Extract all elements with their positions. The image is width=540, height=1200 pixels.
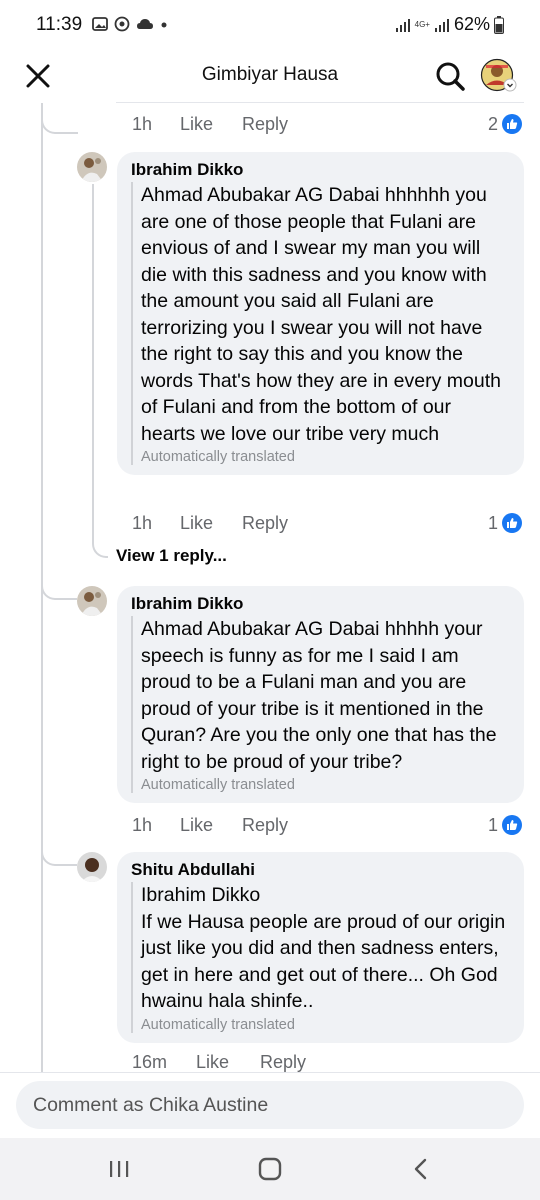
avatar[interactable] (77, 852, 107, 882)
reply-button[interactable]: Reply (260, 1052, 306, 1072)
reply-button[interactable]: Reply (242, 815, 288, 836)
comment-time: 1h (132, 113, 153, 134)
like-button[interactable]: Like (180, 513, 242, 534)
comment-actions: 1h Like Reply (132, 813, 288, 837)
thread-line-inner (92, 184, 94, 544)
comment-bubble: Ibrahim Dikko Ahmad Abubakar AG Dabai hh… (117, 152, 524, 475)
status-bar: 11:39 4G+ 62% (0, 0, 540, 52)
header-divider (116, 102, 524, 103)
back-button[interactable] (406, 1154, 436, 1184)
reaction-count[interactable]: 2 (488, 112, 522, 136)
comment-bubble: Shitu Abdullahi Ibrahim Dikko If we Haus… (117, 852, 524, 1043)
translation-label[interactable]: Automatically translated (141, 449, 510, 465)
comment-time: 16m (132, 1052, 168, 1072)
view-replies-link[interactable]: View 1 reply... (116, 546, 227, 566)
comment-bubble: Ibrahim Dikko Ahmad Abubakar AG Dabai hh… (117, 586, 524, 803)
like-button[interactable]: Like (196, 1052, 260, 1072)
comment-author[interactable]: Ibrahim Dikko (131, 594, 510, 614)
comment-composer-bar: Comment as Chika Austine (0, 1072, 540, 1138)
translation-label[interactable]: Automatically translated (141, 1017, 510, 1033)
thread-connector (41, 104, 78, 134)
comment-time: 1h (132, 814, 153, 835)
like-reaction-icon (502, 513, 522, 533)
avatar (480, 58, 517, 92)
reaction-count[interactable]: 1 (488, 511, 522, 535)
comment-input[interactable]: Comment as Chika Austine (16, 1081, 524, 1129)
home-icon (258, 1157, 282, 1181)
comment-time: 1h (132, 512, 153, 533)
reaction-count[interactable]: 1 (488, 813, 522, 837)
avatar[interactable] (77, 152, 107, 182)
recent-apps-icon (110, 1161, 129, 1177)
dot-indicator-icon (161, 22, 167, 28)
reaction-number: 1 (487, 512, 498, 533)
cloud-notification-icon (137, 19, 153, 29)
avatar[interactable] (77, 586, 107, 616)
reaction-number: 2 (487, 113, 498, 134)
comment-author[interactable]: Ibrahim Dikko (131, 160, 510, 180)
comment-text: Ahmad Abubakar AG Dabai hhhhhh you are o… (141, 184, 501, 445)
reaction-number: 1 (487, 814, 498, 835)
like-button[interactable]: Like (180, 114, 242, 135)
network-type: 4G+ (414, 19, 430, 29)
back-icon (414, 1158, 427, 1180)
thread-connector (92, 540, 108, 558)
signal-icon-2 (434, 18, 449, 32)
comment-actions: 16m Like Reply (132, 1052, 352, 1072)
battery-level: 62% (453, 14, 490, 34)
search-icon (436, 62, 465, 91)
search-button[interactable] (434, 60, 466, 92)
like-reaction-icon (502, 114, 522, 134)
comment-body: Ahmad Abubakar AG Dabai hhhhhh you are o… (131, 182, 510, 465)
comment-text: If we Hausa people are proud of our orig… (141, 910, 506, 1013)
like-button[interactable]: Like (180, 815, 242, 836)
comment-actions: 1h Like Reply (132, 112, 288, 136)
comment-text: Ahmad Abubakar AG Dabai hhhhh your speec… (141, 618, 497, 773)
signal-icon (395, 18, 410, 32)
battery-icon (494, 15, 504, 34)
recent-apps-button[interactable] (104, 1154, 134, 1184)
home-button[interactable] (255, 1154, 285, 1184)
status-time: 11:39 (36, 14, 83, 35)
profile-button[interactable] (480, 58, 518, 94)
like-reaction-icon (502, 815, 522, 835)
comment-body: Ibrahim Dikko If we Hausa people are pro… (131, 882, 510, 1033)
gallery-notification-icon (92, 17, 108, 31)
comment-actions: 1h Like Reply (132, 511, 288, 535)
comment-author[interactable]: Shitu Abdullahi (131, 860, 510, 880)
reply-button[interactable]: Reply (242, 513, 288, 534)
thread-connector (41, 582, 77, 600)
comment-body: Ahmad Abubakar AG Dabai hhhhh your speec… (131, 616, 510, 793)
app-header: Gimbiyar Hausa (0, 52, 540, 100)
reply-button[interactable]: Reply (242, 114, 288, 135)
status-right: 4G+ 62% (395, 14, 504, 35)
thread-connector (41, 848, 77, 866)
system-navigation-bar (0, 1138, 540, 1200)
notification-icons (92, 16, 168, 32)
translation-label[interactable]: Automatically translated (141, 777, 510, 793)
whatsapp-notification-icon (114, 16, 130, 32)
mention-tag[interactable]: Ibrahim Dikko (141, 882, 510, 909)
